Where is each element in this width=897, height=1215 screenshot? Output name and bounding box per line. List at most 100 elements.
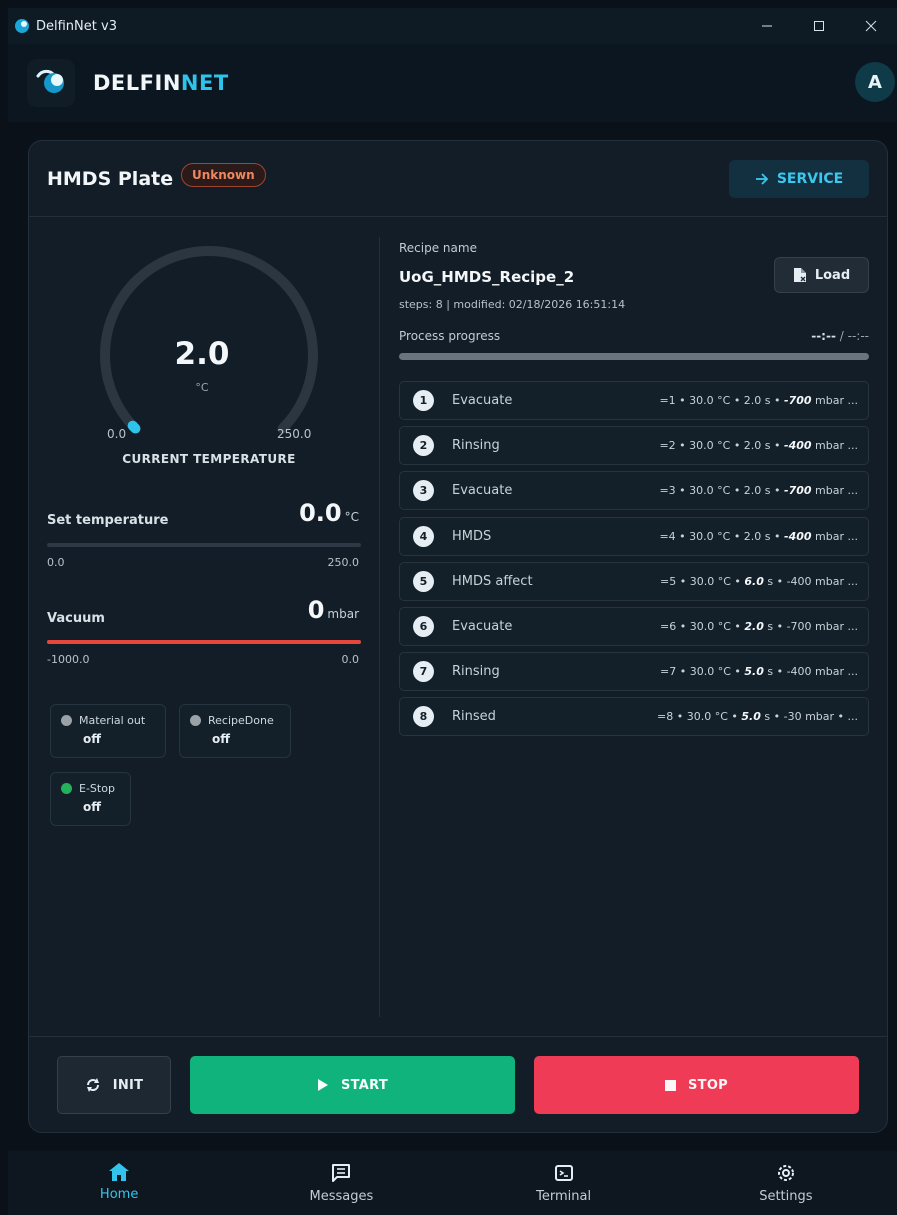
status-dot-icon: [61, 715, 72, 726]
step-number-badge: 4: [413, 525, 434, 547]
step-summary: =6 • 30.0 °C • 2.0 s • -700 mbar ...: [660, 620, 858, 633]
step-name: Rinsing: [452, 438, 500, 454]
avatar[interactable]: A: [855, 62, 895, 102]
current-temperature-value: 2.0: [174, 336, 230, 372]
load-button-label: Load: [814, 267, 851, 283]
step-summary-text: mbar ...: [811, 529, 858, 543]
nav-terminal-label: Terminal: [536, 1189, 592, 1204]
gear-icon: [777, 1165, 794, 1181]
step-summary: =8 • 30.0 °C • 5.0 s • -30 mbar • ...: [657, 710, 858, 723]
step-summary-highlight: 6.0: [744, 574, 764, 588]
io-value: off: [83, 800, 101, 814]
io-tile-recipe-done: RecipeDone off: [179, 704, 291, 758]
gauge-max-label: 250.0: [277, 427, 312, 441]
step-name: Rinsing: [452, 664, 500, 680]
footer-divider: [29, 1036, 887, 1037]
io-value: off: [83, 732, 101, 746]
dolphin-app-icon: [15, 19, 29, 33]
step-summary-text: mbar ...: [811, 394, 858, 407]
vacuum-unit: mbar: [327, 607, 359, 621]
minimize-button[interactable]: [741, 8, 793, 44]
nav-home[interactable]: Home: [8, 1151, 230, 1215]
vacuum-max: 0.0: [341, 653, 360, 666]
terminal-icon: [554, 1165, 573, 1181]
start-button[interactable]: START: [190, 1056, 515, 1114]
step-summary-text: s • -30 mbar • ...: [760, 710, 858, 724]
recipe-meta: steps: 8 | modified: 02/18/2026 16:51:14: [399, 298, 626, 311]
close-button[interactable]: [845, 8, 897, 44]
set-temperature-number: 0.0: [299, 499, 342, 527]
process-progress-label: Process progress: [399, 329, 501, 343]
bottom-navigation: Home Messages Terminal Settings: [8, 1151, 897, 1215]
close-icon: [865, 20, 877, 32]
step-summary-text: s • -700 mbar ...: [763, 620, 858, 633]
step-summary: =3 • 30.0 °C • 2.0 s • -700 mbar ...: [659, 484, 858, 497]
recipe-step-row[interactable]: 7 Rinsing =7 • 30.0 °C • 5.0 s • -400 mbar…: [399, 652, 869, 692]
brand-name-part2: NET: [180, 71, 229, 95]
step-summary-highlight: 5.0: [744, 665, 764, 679]
start-button-label: START: [340, 1077, 389, 1093]
io-name: E-Stop: [79, 782, 115, 795]
vacuum-number: 0: [307, 596, 325, 624]
refresh-icon: [86, 1078, 99, 1092]
column-divider: [379, 237, 380, 1017]
stop-icon: [664, 1079, 676, 1091]
maximize-button[interactable]: [793, 8, 845, 44]
recipe-step-row[interactable]: 2 Rinsing =2 • 30.0 °C • 2.0 s • -400 mbar…: [399, 426, 869, 466]
step-number-badge: 2: [413, 435, 434, 457]
step-number-badge: 6: [413, 616, 434, 637]
brand-name: DELFINNET: [93, 71, 229, 95]
step-summary-text: =8 • 30.0 °C •: [657, 710, 742, 724]
step-number-badge: 8: [413, 706, 434, 728]
service-button[interactable]: SERVICE: [729, 160, 869, 198]
io-value: off: [212, 732, 230, 746]
load-recipe-button[interactable]: Load: [774, 257, 869, 293]
gauge-caption: CURRENT TEMPERATURE: [122, 452, 296, 466]
recipe-step-row[interactable]: 4 HMDS =4 • 30.0 °C • 2.0 s • -400 mbar ..…: [399, 516, 869, 556]
process-progress-bar: [399, 353, 869, 360]
step-summary: =7 • 30.0 °C • 5.0 s • -400 mbar ...: [660, 665, 858, 678]
step-summary-text: s • -400 mbar ...: [763, 665, 858, 679]
stop-button[interactable]: STOP: [534, 1056, 859, 1114]
recipe-step-row[interactable]: 3 Evacuate =3 • 30.0 °C • 2.0 s • -700 mba…: [399, 471, 869, 511]
vacuum-bar: [47, 640, 361, 644]
status-dot-icon: [61, 783, 72, 794]
recipe-step-row[interactable]: 8 Rinsed =8 • 30.0 °C • 5.0 s • -30 mbar •…: [399, 697, 869, 737]
step-summary-text: =2 • 30.0 °C • 2.0 s •: [659, 439, 785, 453]
set-temperature-slider[interactable]: [47, 543, 361, 547]
step-summary-text: s • -400 mbar ...: [763, 574, 858, 588]
nav-settings-label: Settings: [759, 1189, 813, 1204]
device-name: HMDS Plate: [47, 168, 174, 190]
nav-terminal[interactable]: Terminal: [453, 1151, 675, 1215]
recipe-step-row[interactable]: 6 Evacuate =6 • 30.0 °C • 2.0 s • -700 mba…: [399, 607, 869, 646]
step-summary-text: =4 • 30.0 °C • 2.0 s •: [659, 529, 785, 543]
nav-settings[interactable]: Settings: [675, 1151, 897, 1215]
nav-home-label: Home: [99, 1187, 139, 1202]
step-summary: =2 • 30.0 °C • 2.0 s • -400 mbar ...: [659, 439, 858, 452]
io-tile-e-stop: E-Stop off: [50, 772, 131, 826]
stop-button-label: STOP: [687, 1077, 728, 1093]
file-load-icon: [793, 268, 806, 282]
step-number-badge: 5: [413, 570, 434, 592]
vacuum-value: 0 mbar: [308, 596, 359, 624]
step-summary: =1 • 30.0 °C • 2.0 s • -700 mbar ...: [659, 394, 858, 407]
set-temperature-max: 250.0: [327, 556, 360, 569]
arrow-right-icon: [755, 173, 769, 185]
set-temperature-value: 0.0 °C: [299, 499, 359, 527]
app-header: DELFINNET A: [8, 44, 897, 122]
step-summary: =5 • 30.0 °C • 6.0 s • -400 mbar ...: [660, 575, 858, 588]
vacuum-bar-fill: [47, 640, 361, 644]
step-summary-highlight: -700: [784, 484, 812, 498]
step-summary-highlight: -400: [784, 529, 812, 543]
device-card-header: HMDS Plate Unknown SERVICE: [29, 141, 887, 217]
recipe-step-row[interactable]: 1 Evacuate =1 • 30.0 °C • 2.0 s • -700 mba…: [399, 381, 869, 420]
step-summary-text: mbar ...: [811, 484, 858, 498]
recipe-step-row[interactable]: 5 HMDS affect =5 • 30.0 °C • 6.0 s • -400 …: [399, 561, 869, 601]
step-summary-text: =7 • 30.0 °C •: [660, 665, 745, 679]
step-summary-text: =1 • 30.0 °C • 2.0 s •: [659, 394, 785, 407]
nav-messages[interactable]: Messages: [230, 1151, 452, 1215]
init-button[interactable]: INIT: [57, 1056, 171, 1114]
set-temperature-label: Set temperature: [47, 513, 169, 528]
brand-name-part1: DELFIN: [93, 71, 181, 95]
set-temperature-unit: °C: [344, 510, 359, 524]
